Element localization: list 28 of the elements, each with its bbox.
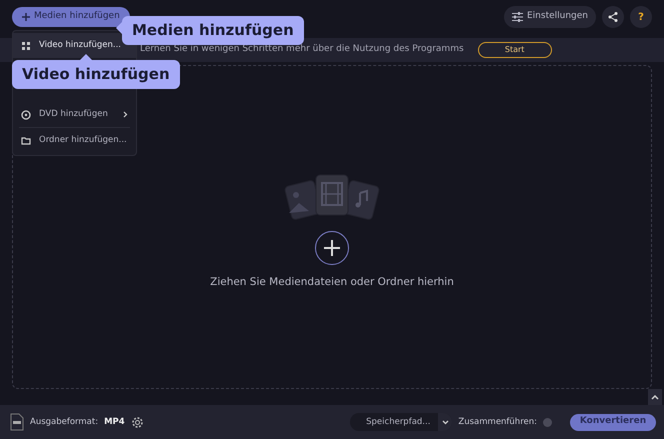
merge-toggle[interactable] [543,418,552,426]
sliders-icon [512,12,523,22]
caret-icon [442,420,449,424]
share-button[interactable] [602,6,624,28]
output-format-label: Ausgabeformat: [30,416,98,428]
media-files-icon [282,173,382,222]
output-format-value: MP4 [104,416,125,428]
plus-icon [324,240,340,256]
disc-icon [21,110,31,120]
merge-label: Zusammenführen: [458,416,537,428]
share-icon [608,12,618,22]
chevron-up-icon [651,394,659,400]
drop-hint: Ziehen Sie Mediendateien oder Ordner hierhin [210,275,454,290]
settings-button[interactable]: Einstellungen [504,6,596,28]
menu-item[interactable]: Ordner hinzufügen... [13,128,136,153]
tooltip: Video hinzufügen [12,60,180,88]
menu-item[interactable]: DVD hinzufügen [13,102,136,127]
folder-icon [21,136,31,146]
file-format-icon [10,413,24,431]
settings-icon[interactable] [130,416,144,428]
grid-icon [21,40,31,50]
save-path-dropdown[interactable]: Speicherpfad... [350,413,452,431]
plus-icon [22,13,30,21]
start-button[interactable]: Start [478,42,552,58]
add-circle-button[interactable] [315,231,349,266]
scroll-up-button[interactable] [648,389,662,405]
tooltip: Medien hinzufügen [122,16,304,44]
help-button[interactable]: ? [630,6,652,28]
